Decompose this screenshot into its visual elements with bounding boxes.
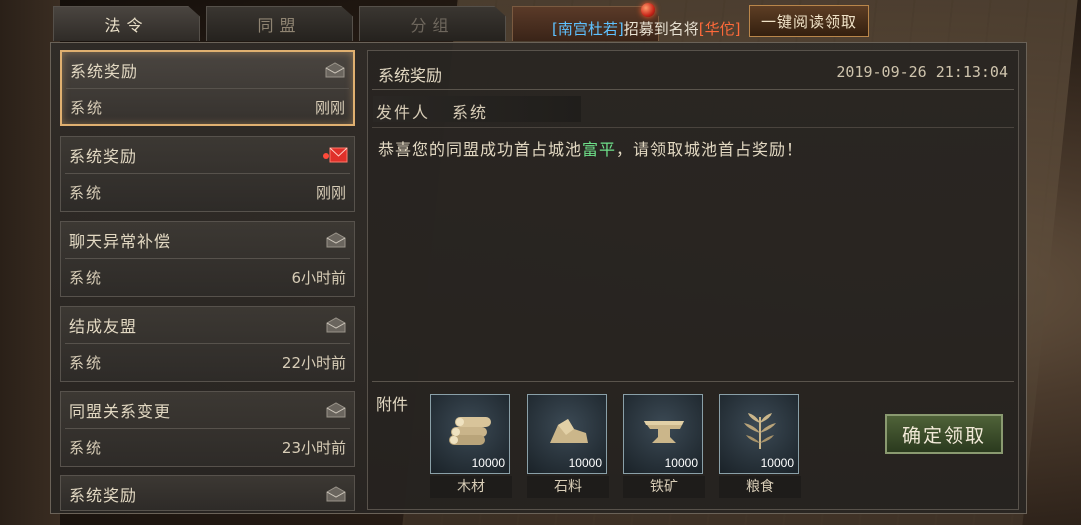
mail-sender: 系统 [70, 99, 105, 117]
announcement-text: 招募到名将 [623, 20, 699, 38]
attachment-item[interactable]: 10000 铁矿 [623, 394, 705, 498]
mail-divider [65, 428, 350, 429]
attachment-item[interactable]: 10000 粮食 [719, 394, 801, 498]
wood-icon [449, 417, 491, 445]
attachment-count: 10000 [568, 456, 602, 470]
envelope-unread-icon [323, 147, 348, 163]
attachment-name: 粮食 [719, 476, 801, 498]
mail-title: 同盟关系变更 [69, 402, 172, 421]
mail-item[interactable]: 系统奖励 系统 刚刚 [60, 50, 355, 126]
mail-divider [65, 343, 350, 344]
mail-item[interactable]: 结成友盟 系统 22小时前 [60, 306, 355, 382]
read-all-claim-button[interactable]: 一键阅读领取 [749, 5, 869, 37]
iron-icon [644, 421, 684, 443]
grain-icon [744, 413, 776, 449]
attachment-name: 石料 [527, 476, 609, 498]
detail-divider [372, 89, 1014, 90]
attachment-name: 铁矿 [623, 476, 705, 498]
envelope-opened-icon [326, 402, 346, 418]
mail-body-suffix: ，请领取城池首占奖励！ [616, 140, 804, 159]
mail-item[interactable]: 系统奖励 系统 刚刚 [60, 136, 355, 212]
mail-item[interactable]: 同盟关系变更 系统 23小时前 [60, 391, 355, 467]
envelope-opened-icon [326, 486, 346, 502]
sender-name: 系统 [452, 103, 489, 122]
envelope-opened-icon [326, 317, 346, 333]
attachment-slot[interactable]: 10000 [527, 394, 607, 474]
mail-body-prefix: 恭喜您的同盟成功首占城池 [378, 140, 583, 159]
mail-divider [65, 258, 350, 259]
mail-item[interactable]: 聊天异常补偿 系统 6小时前 [60, 221, 355, 297]
attachment-name: 木材 [430, 476, 512, 498]
announcement-banner: [南宫杜若]招募到名将[华佗] [552, 18, 740, 39]
mail-divider [65, 173, 350, 174]
tab-decree[interactable]: 法令 [53, 6, 200, 41]
notification-dot-icon [641, 3, 655, 17]
mail-time: 刚刚 [314, 99, 345, 117]
mail-sender: 系统 [69, 269, 104, 287]
mail-body: 恭喜您的同盟成功首占城池富平，请领取城池首占奖励！ [378, 136, 803, 160]
city-name[interactable]: 富平 [582, 140, 616, 159]
mail-item[interactable]: 系统奖励 [60, 475, 355, 511]
mail-divider [66, 88, 349, 89]
attachment-divider [372, 381, 1014, 382]
mail-time: 刚刚 [315, 184, 346, 202]
detail-title: 系统奖励 [378, 66, 443, 85]
tab-group[interactable]: 分组 [359, 6, 506, 41]
mail-title: 系统奖励 [70, 62, 139, 81]
attachment-slot[interactable]: 10000 [719, 394, 799, 474]
detail-datetime: 2019-09-26 21:13:04 [836, 63, 1008, 81]
attachment-item[interactable]: 10000 石料 [527, 394, 609, 498]
mail-time: 22小时前 [281, 354, 346, 372]
attachment-count: 10000 [471, 456, 505, 470]
sender-label: 发件人 [376, 103, 431, 122]
envelope-opened-icon [325, 62, 345, 78]
mail-title: 系统奖励 [69, 147, 138, 166]
attachment-count: 10000 [664, 456, 698, 470]
mail-title: 结成友盟 [69, 317, 138, 336]
mail-title: 聊天异常补偿 [69, 232, 172, 251]
tab-alliance[interactable]: 同盟 [206, 6, 353, 41]
attachment-item[interactable]: 10000 木材 [430, 394, 512, 498]
attachment-slot[interactable]: 10000 [430, 394, 510, 474]
announcement-player-name: [南宫杜若] [552, 20, 624, 38]
mail-time: 6小时前 [291, 269, 346, 287]
mail-sender: 系统 [69, 354, 104, 372]
envelope-opened-icon [326, 232, 346, 248]
confirm-claim-button[interactable]: 确定领取 [885, 414, 1003, 454]
mail-sender: 系统 [69, 439, 104, 457]
mail-time: 23小时前 [281, 439, 346, 457]
announcement-general-name: [华佗] [698, 20, 741, 38]
stone-icon [550, 419, 588, 443]
mail-sender: 系统 [69, 184, 104, 202]
attachments-label: 附件 [376, 395, 409, 414]
attachment-count: 10000 [760, 456, 794, 470]
detail-divider [372, 127, 1014, 128]
mail-title: 系统奖励 [69, 486, 138, 505]
attachment-slot[interactable]: 10000 [623, 394, 703, 474]
